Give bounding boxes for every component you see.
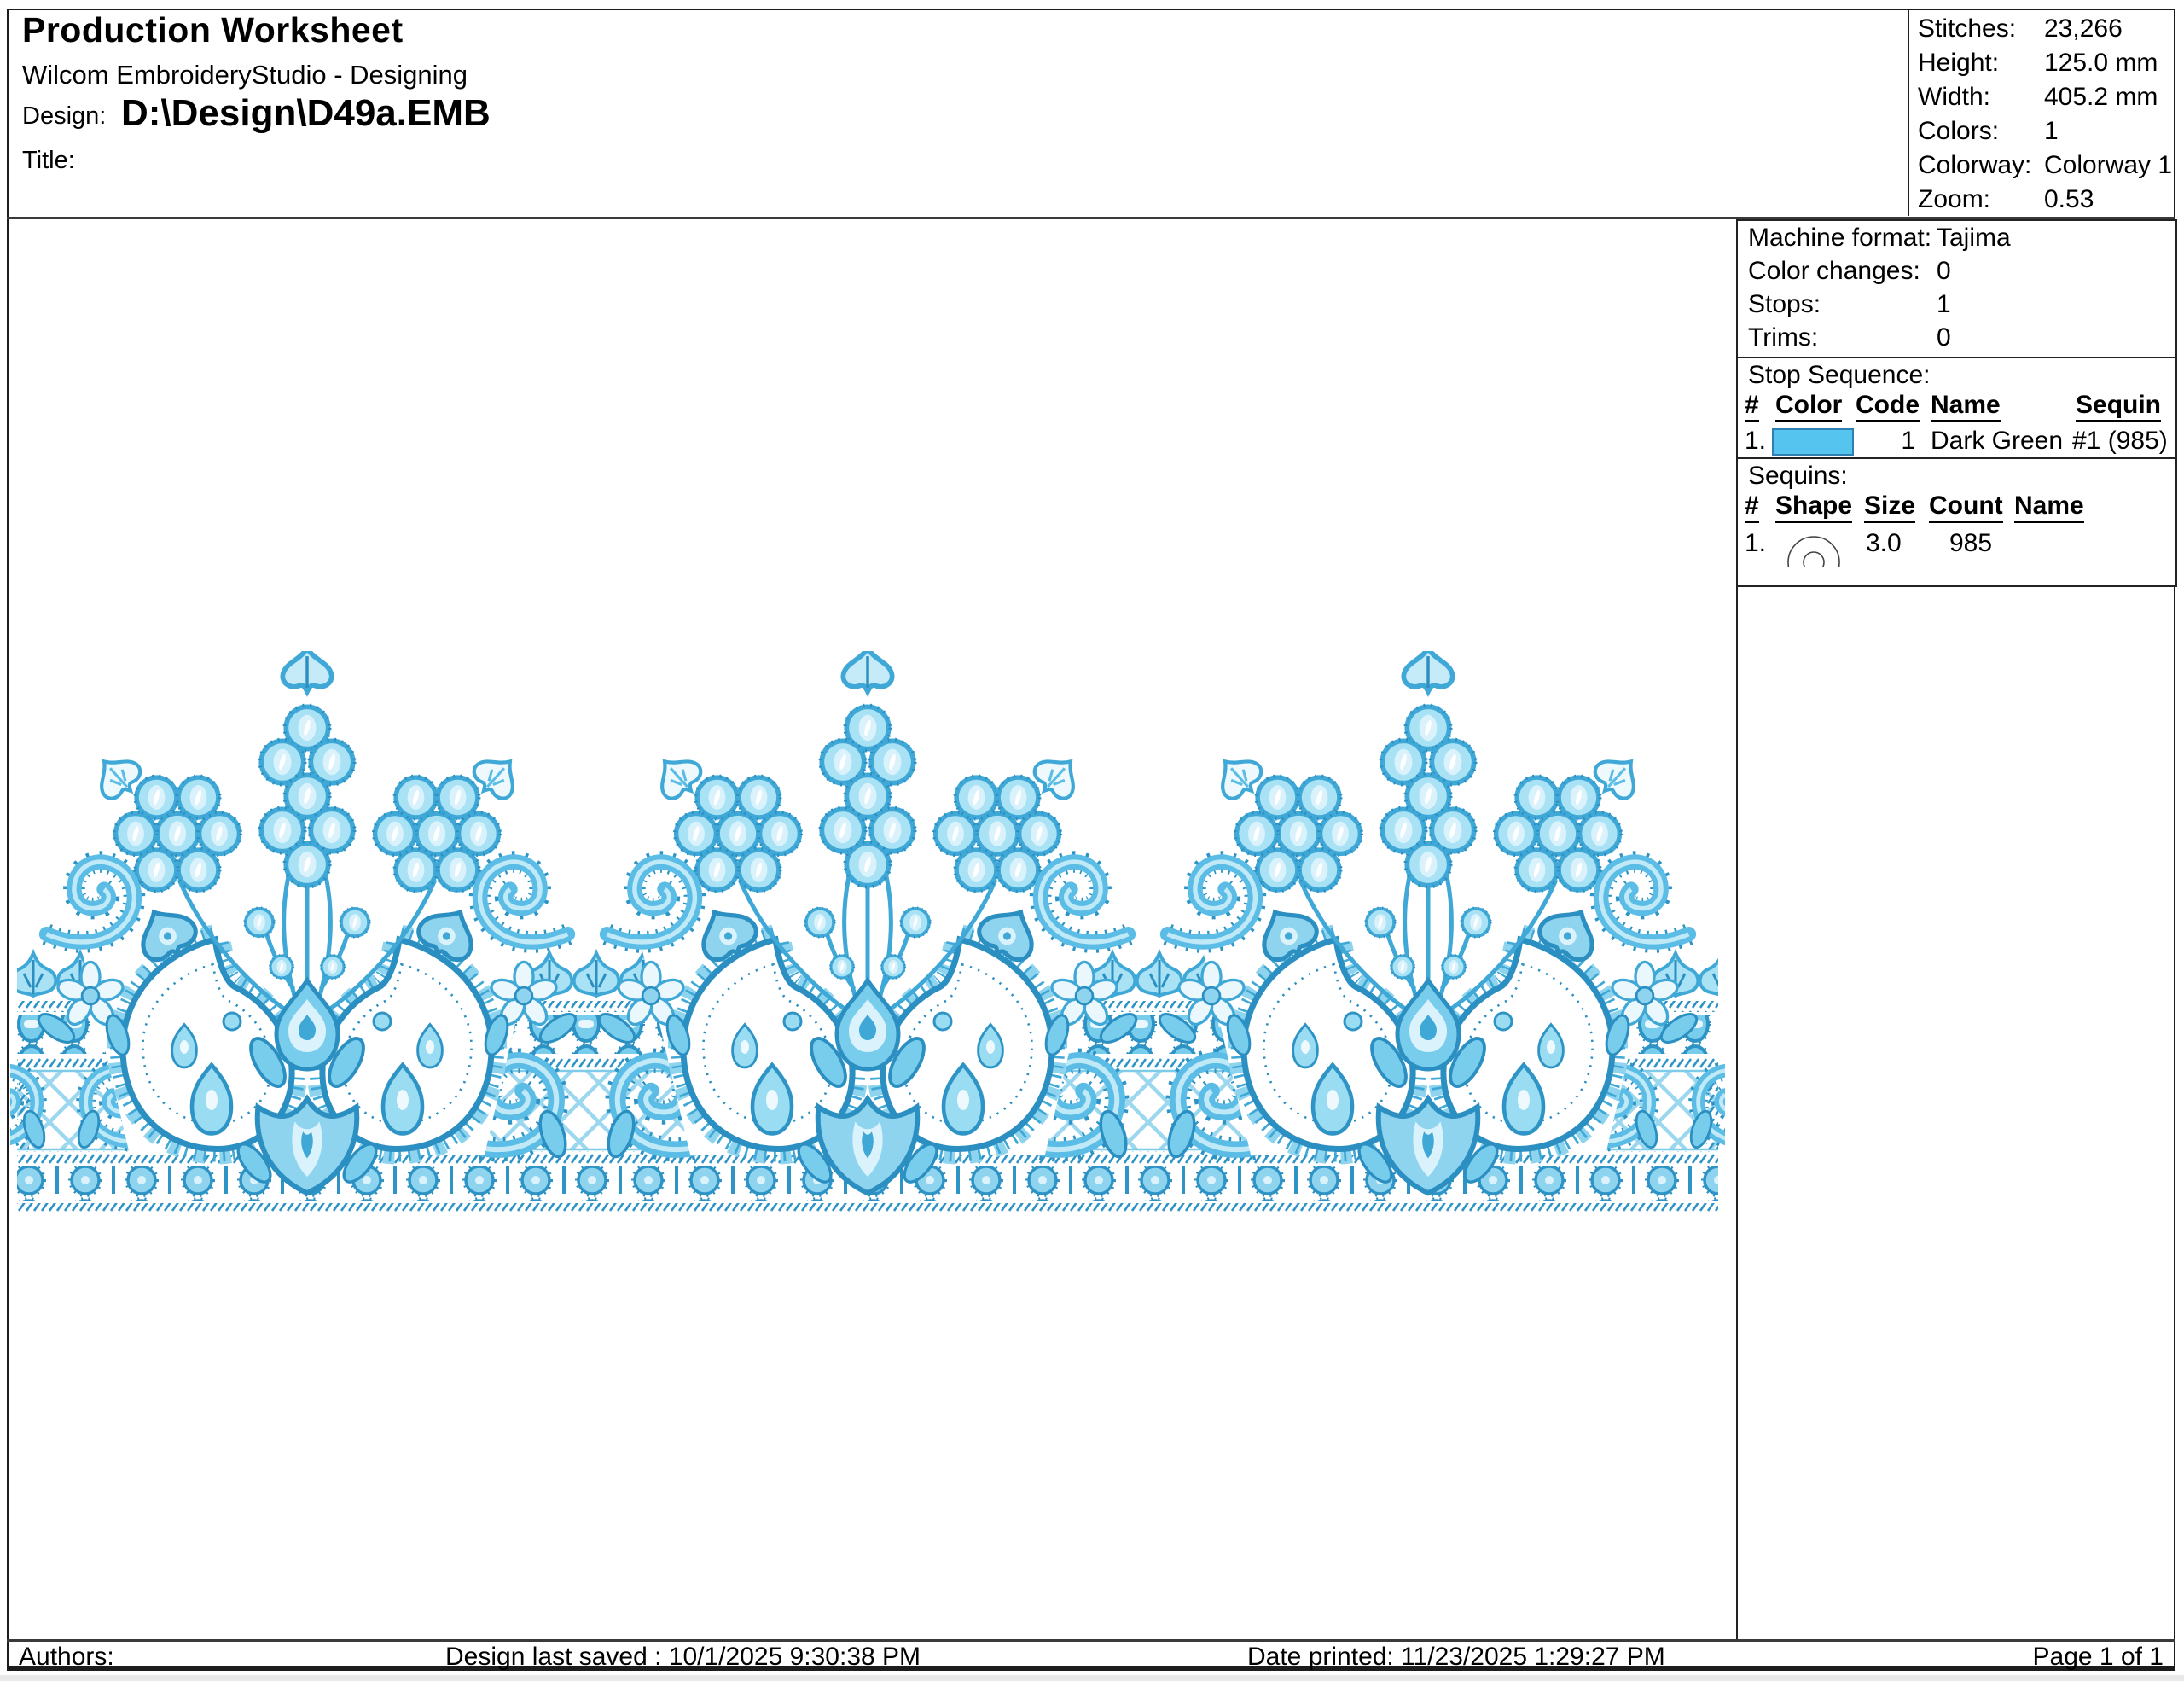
stat-row-colorway: Colorway: Colorway 1	[1909, 148, 2175, 183]
design-file-path: D:\Design\D49a.EMB	[121, 92, 491, 135]
col-head-shape: Shape	[1775, 492, 1852, 523]
thread-color-swatch	[1772, 428, 1854, 461]
info-row-color-changes: Color changes: 0	[1738, 254, 2175, 288]
info-row-trims: Trims: 0	[1738, 321, 2175, 354]
col-head-num: #	[1745, 492, 1759, 523]
panel-left-border	[1736, 585, 1738, 1639]
stat-value: Colorway 1	[2044, 148, 2172, 183]
stat-value: 125.0 mm	[2044, 46, 2158, 80]
info-label: Color changes:	[1748, 254, 1920, 288]
stat-label: Colorway:	[1918, 148, 2031, 183]
info-row-stops: Stops: 1	[1738, 288, 2175, 321]
sequin-row-num: 1.	[1745, 527, 1766, 560]
stop-row-code: 1	[1856, 425, 1915, 457]
stop-row-sequin: #1 (985)	[2072, 425, 2168, 457]
col-head-sequin: Sequin	[2076, 391, 2161, 422]
stat-row-width: Width: 405.2 mm	[1909, 80, 2175, 114]
stat-row-zoom: Zoom: 0.53	[1909, 183, 2175, 217]
embroidery-design-preview	[10, 651, 1725, 1214]
sequins-title: Sequins:	[1748, 461, 1848, 492]
stop-sequence-box: Stop Sequence: # Color Code Name Sequin …	[1736, 357, 2177, 459]
col-head-code: Code	[1856, 391, 1920, 422]
stat-row-stitches: Stitches: 23,266	[1909, 12, 2175, 46]
page-bottom-shadow	[0, 1675, 2184, 1681]
info-value: Tajima	[1937, 221, 2011, 254]
info-row-machine-format: Machine format: Tajima	[1738, 221, 2175, 254]
stat-value: 23,266	[2044, 12, 2123, 46]
stat-row-colors: Colors: 1	[1909, 114, 2175, 148]
info-value: 0	[1937, 254, 1951, 288]
stat-label: Width:	[1918, 80, 1990, 114]
stat-label: Height:	[1918, 46, 1999, 80]
title-label: Title:	[22, 147, 75, 175]
authors-label: Authors:	[19, 1643, 114, 1671]
sequin-shape-icon	[1786, 534, 1842, 567]
stat-value: 405.2 mm	[2044, 80, 2158, 114]
stat-label: Colors:	[1918, 114, 1999, 148]
page-number: Page 1 of 1	[2033, 1643, 2164, 1671]
stat-value: 1	[2044, 114, 2059, 148]
stop-row-name: Dark Green	[1931, 425, 2063, 457]
col-head-name: Name	[1931, 391, 2001, 422]
stat-label: Zoom:	[1918, 183, 1990, 217]
sequin-row-count: 985	[1949, 527, 1992, 560]
sequin-row-size: 3.0	[1866, 527, 1902, 560]
design-stats-box: Stitches: 23,266 Height: 125.0 mm Width:…	[1908, 10, 2175, 216]
machine-info-box: Machine format: Tajima Color changes: 0 …	[1736, 219, 2177, 358]
footer-divider	[7, 1639, 2175, 1642]
info-value: 1	[1937, 288, 1951, 321]
stat-label: Stitches:	[1918, 12, 2016, 46]
col-head-name: Name	[2014, 492, 2084, 523]
app-subtitle: Wilcom EmbroideryStudio - Designing	[22, 60, 468, 90]
stop-sequence-title: Stop Sequence:	[1748, 360, 1931, 391]
info-label: Stops:	[1748, 288, 1821, 321]
info-label: Trims:	[1748, 321, 1818, 354]
floral-peaks	[34, 651, 1701, 1193]
stop-row-num: 1.	[1745, 425, 1766, 457]
date-printed-text: Date printed: 11/23/2025 1:29:27 PM	[1247, 1643, 1665, 1671]
page-title: Production Worksheet	[22, 10, 404, 50]
sequins-box: Sequins: # Shape Size Count Name 1. 3.0 …	[1736, 457, 2177, 587]
col-head-num: #	[1745, 391, 1759, 422]
col-head-size: Size	[1864, 492, 1915, 523]
col-head-count: Count	[1929, 492, 2003, 523]
stat-row-height: Height: 125.0 mm	[1909, 46, 2175, 80]
design-label: Design:	[22, 102, 106, 131]
footer: Authors: Design last saved : 10/1/2025 9…	[9, 1643, 2175, 1671]
info-label: Machine format:	[1748, 221, 1931, 254]
col-head-color: Color	[1775, 391, 1842, 422]
stat-value: 0.53	[2044, 183, 2094, 217]
last-saved-text: Design last saved : 10/1/2025 9:30:38 PM	[445, 1643, 921, 1671]
info-value: 0	[1937, 321, 1951, 354]
